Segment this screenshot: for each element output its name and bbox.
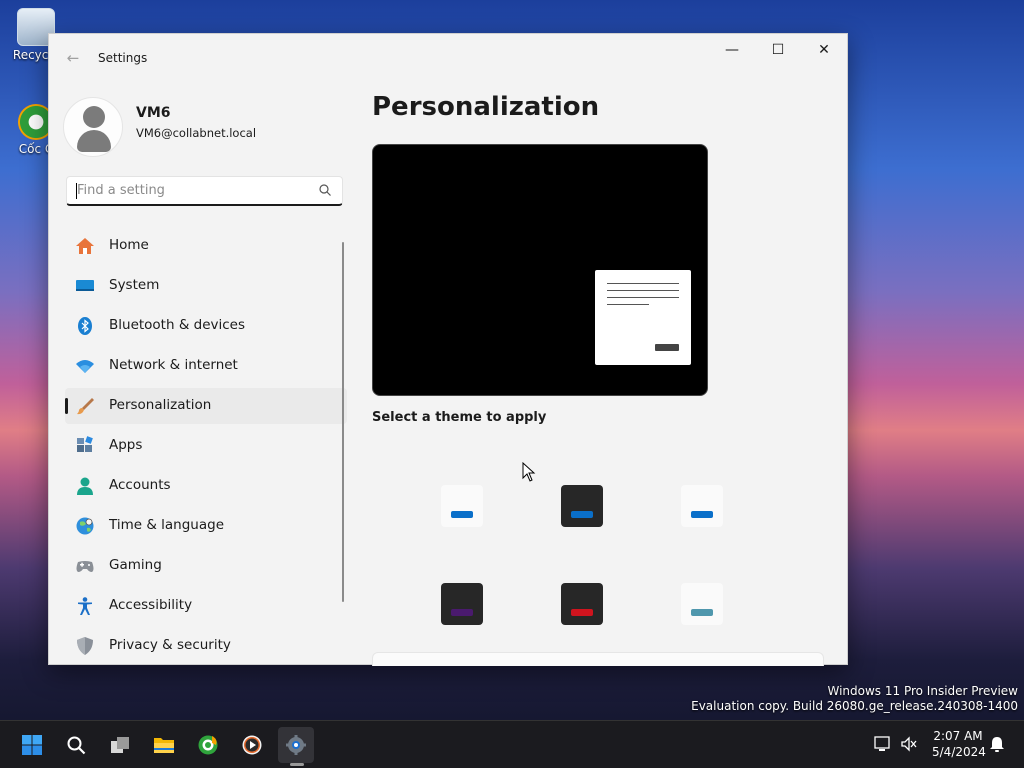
sidebar-item-time-language[interactable]: Time & language: [65, 508, 347, 544]
user-email: VM6@collabnet.local: [136, 126, 257, 140]
minimize-button[interactable]: —: [709, 34, 755, 66]
accessibility-icon: [78, 597, 92, 615]
page-title: Personalization: [372, 92, 600, 122]
file-explorer-button[interactable]: [146, 727, 182, 763]
sidebar-item-privacy-security[interactable]: Privacy & security: [65, 628, 347, 664]
sidebar-item-gaming[interactable]: Gaming: [65, 548, 347, 584]
user-profile[interactable]: VM6 VM6@collabnet.local: [63, 97, 353, 157]
wifi-icon: [76, 360, 94, 373]
sidebar-item-system[interactable]: System: [65, 268, 347, 304]
sidebar-item-label: Bluetooth & devices: [109, 317, 246, 333]
taskbar-search-button[interactable]: [58, 727, 94, 763]
theme-tile-2[interactable]: [561, 485, 603, 527]
theme-tile-3[interactable]: [681, 485, 723, 527]
start-icon: [22, 735, 42, 755]
clock[interactable]: 2:07 AM 5/4/2024: [932, 728, 986, 760]
media-player-button[interactable]: [234, 727, 270, 763]
bluetooth-icon: [78, 317, 92, 335]
maximize-button[interactable]: ☐: [755, 34, 801, 66]
settings-card[interactable]: [372, 652, 824, 666]
settings-icon: [286, 735, 306, 755]
settings-taskbar-button[interactable]: [278, 727, 314, 763]
sidebar-item-label: Accounts: [109, 477, 171, 493]
coccoc-browser-icon: [198, 735, 218, 755]
sidebar-item-label: Network & internet: [109, 357, 238, 373]
active-app-indicator: [290, 763, 304, 766]
sidebar-item-label: Home: [109, 237, 149, 253]
search-placeholder: Find a setting: [77, 183, 165, 198]
windows-watermark: Windows 11 Pro Insider Preview Evaluatio…: [691, 684, 1018, 714]
avatar: [63, 97, 123, 157]
search-icon[interactable]: [318, 183, 332, 197]
mouse-cursor-icon: [522, 462, 536, 482]
watermark-line2: Evaluation copy. Build 26080.ge_release.…: [691, 699, 1018, 713]
taskbar: [0, 720, 1024, 768]
clock-date: 5/4/2024: [932, 745, 986, 759]
brush-icon: [77, 398, 94, 415]
clock-time: 2:07 AM: [933, 729, 983, 743]
sidebar-nav: Home System Bluetooth & devices Network …: [65, 228, 347, 668]
title-bar[interactable]: ← Settings — ☐ ✕: [49, 34, 847, 82]
settings-window: ← Settings — ☐ ✕ VM6 VM6@collabnet.local…: [48, 33, 848, 668]
sidebar-item-label: Time & language: [109, 517, 225, 533]
sidebar-item-accessibility[interactable]: Accessibility: [65, 588, 347, 624]
sidebar-item-accounts[interactable]: Accounts: [65, 468, 347, 504]
media-player-icon: [242, 735, 262, 755]
user-name: VM6: [136, 105, 171, 121]
selected-indicator: [65, 398, 68, 414]
gamepad-icon: [76, 561, 94, 572]
theme-section-label: Select a theme to apply: [372, 410, 547, 425]
network-icon[interactable]: [874, 735, 892, 753]
globe-icon: [76, 517, 94, 535]
theme-tile-6[interactable]: [681, 583, 723, 625]
sidebar-item-bluetooth[interactable]: Bluetooth & devices: [65, 308, 347, 344]
theme-tile-4[interactable]: [441, 583, 483, 625]
accounts-icon: [77, 477, 93, 495]
notification-bell-icon[interactable]: [988, 735, 1006, 753]
system-icon: [76, 280, 94, 291]
sidebar-item-network[interactable]: Network & internet: [65, 348, 347, 384]
coccoc-browser-button[interactable]: [190, 727, 226, 763]
window-title: Settings: [98, 51, 148, 65]
sidebar-scrollbar[interactable]: [342, 242, 344, 602]
sidebar-item-label: Accessibility: [109, 597, 193, 613]
sidebar-item-label: System: [109, 277, 160, 293]
shield-icon: [77, 637, 93, 655]
search-input[interactable]: Find a setting: [66, 176, 343, 206]
sidebar-item-apps[interactable]: Apps: [65, 428, 347, 464]
task-view-button[interactable]: [102, 727, 138, 763]
task-view-icon: [111, 737, 129, 753]
apps-icon: [77, 436, 93, 452]
volume-icon[interactable]: [900, 735, 918, 753]
back-arrow-icon[interactable]: ←: [63, 48, 83, 68]
sidebar-item-home[interactable]: Home: [65, 228, 347, 264]
sidebar-item-label: Personalization: [109, 397, 212, 413]
watermark-line1: Windows 11 Pro Insider Preview: [827, 684, 1018, 698]
theme-tile-1[interactable]: [441, 485, 483, 527]
sidebar-item-personalization[interactable]: Personalization: [65, 388, 347, 424]
sidebar-item-label: Privacy & security: [109, 637, 231, 653]
theme-tile-5[interactable]: [561, 583, 603, 625]
theme-preview: [372, 144, 708, 396]
preview-window-card: [595, 270, 691, 365]
close-button[interactable]: ✕: [801, 34, 847, 66]
file-explorer-icon: [154, 738, 174, 753]
sidebar-item-label: Apps: [109, 437, 143, 453]
search-icon: [67, 736, 86, 755]
sidebar-item-label: Gaming: [109, 557, 162, 573]
start-button[interactable]: [14, 727, 50, 763]
home-icon: [76, 238, 94, 254]
